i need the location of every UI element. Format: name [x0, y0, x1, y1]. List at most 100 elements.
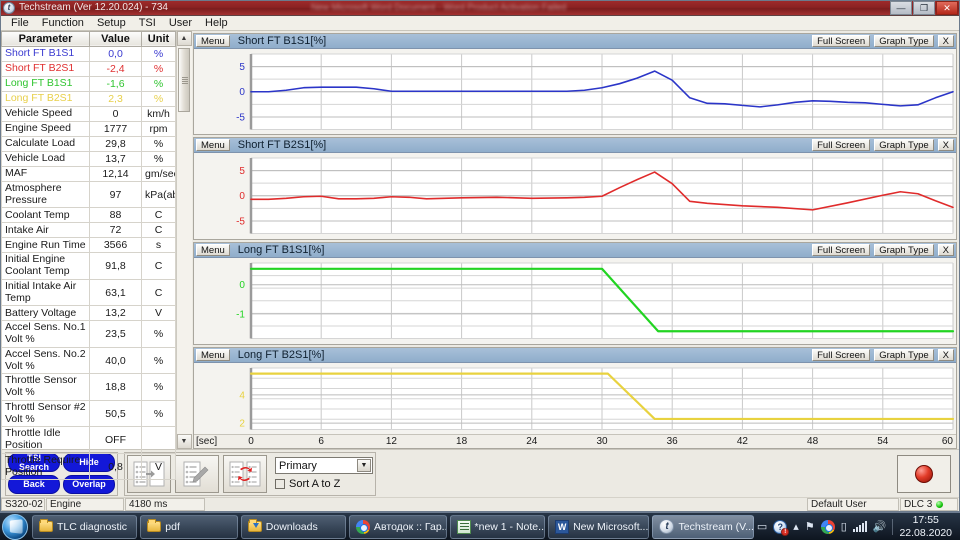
- menu-tsi[interactable]: TSI: [133, 16, 162, 30]
- chart-plot-3[interactable]: 42: [194, 363, 956, 435]
- parameter-unit: %: [142, 136, 176, 151]
- full-screen-button-1[interactable]: Full Screen: [812, 139, 870, 151]
- parameter-value: 1777: [90, 121, 142, 136]
- record-button[interactable]: [897, 455, 951, 493]
- menu-user[interactable]: User: [163, 16, 198, 30]
- table-row[interactable]: Throttle Require Position0,8V: [2, 453, 176, 480]
- taskbar-item-downloads[interactable]: Downloads: [241, 515, 346, 539]
- sort-a-to-z-checkbox[interactable]: [275, 479, 285, 489]
- taskbar-item-tlc-diagnostic[interactable]: TLC diagnostic: [32, 515, 137, 539]
- table-row[interactable]: Throttle Idle PositionOFF: [2, 427, 176, 454]
- chart-menu-button-0[interactable]: Menu: [196, 35, 230, 47]
- window-controls: — ❐ ✕: [890, 1, 958, 15]
- table-row[interactable]: Battery Voltage13,2V: [2, 306, 176, 321]
- parameter-unit: %: [142, 91, 176, 106]
- chrome-tray-icon[interactable]: [821, 520, 835, 534]
- minimize-button[interactable]: —: [890, 1, 912, 15]
- taskbar-item-word[interactable]: W New Microsoft...: [548, 515, 649, 539]
- chevron-down-icon[interactable]: ▼: [357, 459, 371, 472]
- primary-dropdown-value: Primary: [279, 460, 317, 472]
- menu-file[interactable]: File: [5, 16, 35, 30]
- network-icon[interactable]: [853, 521, 867, 532]
- scroll-down-icon[interactable]: ▼: [177, 434, 192, 449]
- table-row[interactable]: Short FT B2S1-2,4%: [2, 61, 176, 76]
- taskbar-item-label: New Microsoft...: [573, 521, 648, 533]
- menu-setup[interactable]: Setup: [91, 16, 132, 30]
- table-row[interactable]: Coolant Temp88C: [2, 208, 176, 223]
- taskbar-item-notepadpp[interactable]: *new 1 - Note...: [450, 515, 546, 539]
- table-row[interactable]: Accel Sens. No.1 Volt %23,5%: [2, 321, 176, 348]
- parameter-scrollbar[interactable]: ▲ ▼: [176, 31, 191, 449]
- status-bar: S320-02 Engine 4180 ms Default User DLC …: [1, 497, 959, 511]
- graph-type-button-2[interactable]: Graph Type: [874, 244, 933, 256]
- primary-dropdown[interactable]: Primary ▼: [275, 457, 373, 474]
- parameter-name: Initial Intake Air Temp: [2, 279, 90, 306]
- table-row[interactable]: Initial Engine Coolant Temp91,8C: [2, 253, 176, 280]
- scrollbar-thumb[interactable]: [178, 48, 190, 112]
- help-icon[interactable]: ?!: [773, 520, 787, 534]
- graph-type-button-3[interactable]: Graph Type: [874, 349, 933, 361]
- parameter-name: Engine Run Time: [2, 238, 90, 253]
- chart-close-button-0[interactable]: X: [938, 35, 954, 47]
- start-button[interactable]: [2, 514, 28, 540]
- taskbar-item-pdf[interactable]: pdf: [140, 515, 238, 539]
- table-row[interactable]: Engine Run Time3566s: [2, 238, 176, 253]
- parameter-name: Throttl Sensor #2 Volt %: [2, 400, 90, 427]
- chart-header: Menu Long FT B1S1[%] Full Screen Graph T…: [194, 243, 956, 258]
- full-screen-button-0[interactable]: Full Screen: [812, 35, 870, 47]
- clock[interactable]: 17:55 22.08.2020: [899, 514, 954, 538]
- volume-icon[interactable]: 🔊: [873, 520, 887, 533]
- graph-type-button-1[interactable]: Graph Type: [874, 139, 933, 151]
- column-header-value[interactable]: Value: [90, 31, 142, 46]
- full-screen-button-2[interactable]: Full Screen: [812, 244, 870, 256]
- table-row[interactable]: Intake Air72C: [2, 223, 176, 238]
- taskbar-item-avtodok[interactable]: Автодок :: Гар...: [349, 515, 447, 539]
- chart-title-1: Short FT B2S1[%]: [234, 139, 808, 151]
- full-screen-button-3[interactable]: Full Screen: [812, 349, 870, 361]
- chart-plot-2[interactable]: 0-1: [194, 258, 956, 344]
- scroll-up-icon[interactable]: ▲: [177, 31, 192, 46]
- chevron-up-icon[interactable]: ▴: [793, 520, 799, 533]
- table-row[interactable]: Long FT B2S12,3%: [2, 91, 176, 106]
- column-header-parameter[interactable]: Parameter: [2, 31, 90, 46]
- flag-icon[interactable]: ⚑: [805, 520, 815, 533]
- table-row[interactable]: Short FT B1S10,0%: [2, 46, 176, 61]
- swap-list-icon-button[interactable]: [223, 455, 267, 493]
- table-row[interactable]: Vehicle Load13,7%: [2, 151, 176, 166]
- table-row[interactable]: Calculate Load29,8%: [2, 136, 176, 151]
- scrollbar-track[interactable]: [177, 46, 192, 434]
- close-button[interactable]: ✕: [936, 1, 958, 15]
- graph-type-button-0[interactable]: Graph Type: [874, 35, 933, 47]
- parameter-name: Throttle Sensor Volt %: [2, 374, 90, 401]
- table-row[interactable]: Throttl Sensor #2 Volt %50,5%: [2, 400, 176, 427]
- chart-plot-1[interactable]: 50-5: [194, 153, 956, 239]
- chart-menu-button-3[interactable]: Menu: [196, 349, 230, 361]
- table-row[interactable]: Vehicle Speed0km/h: [2, 106, 176, 121]
- chart-plot-0[interactable]: 50-5: [194, 49, 956, 135]
- taskbar-item-techstream[interactable]: t Techstream (V...: [652, 515, 753, 539]
- maximize-button[interactable]: ❐: [913, 1, 935, 15]
- chart-menu-button-2[interactable]: Menu: [196, 244, 230, 256]
- column-header-unit[interactable]: Unit: [142, 31, 176, 46]
- table-row[interactable]: Accel Sens. No.2 Volt %40,0%: [2, 347, 176, 374]
- table-row[interactable]: Long FT B1S1-1,6%: [2, 76, 176, 91]
- chart-menu-button-1[interactable]: Menu: [196, 139, 230, 151]
- chart-close-button-3[interactable]: X: [938, 349, 954, 361]
- menu-help[interactable]: Help: [199, 16, 234, 30]
- table-row[interactable]: Throttle Sensor Volt %18,8%: [2, 374, 176, 401]
- table-row[interactable]: Engine Speed1777rpm: [2, 121, 176, 136]
- table-row[interactable]: Initial Intake Air Temp63,1C: [2, 279, 176, 306]
- x-axis-tick-label: 12: [386, 436, 397, 447]
- parameter-name: Coolant Temp: [2, 208, 90, 223]
- battery-icon[interactable]: ▯: [841, 520, 847, 533]
- chart-close-button-2[interactable]: X: [938, 244, 954, 256]
- menu-function[interactable]: Function: [36, 16, 90, 30]
- table-row[interactable]: MAF12,14gm/sec: [2, 166, 176, 181]
- window-icon[interactable]: ▭: [757, 520, 767, 533]
- parameter-name: Long FT B1S1: [2, 76, 90, 91]
- record-icon: [915, 465, 933, 483]
- edit-list-icon-button[interactable]: [175, 455, 219, 493]
- sort-a-to-z-row[interactable]: Sort A to Z: [275, 478, 373, 490]
- chart-close-button-1[interactable]: X: [938, 139, 954, 151]
- table-row[interactable]: Atmosphere Pressure97kPa(abs): [2, 181, 176, 208]
